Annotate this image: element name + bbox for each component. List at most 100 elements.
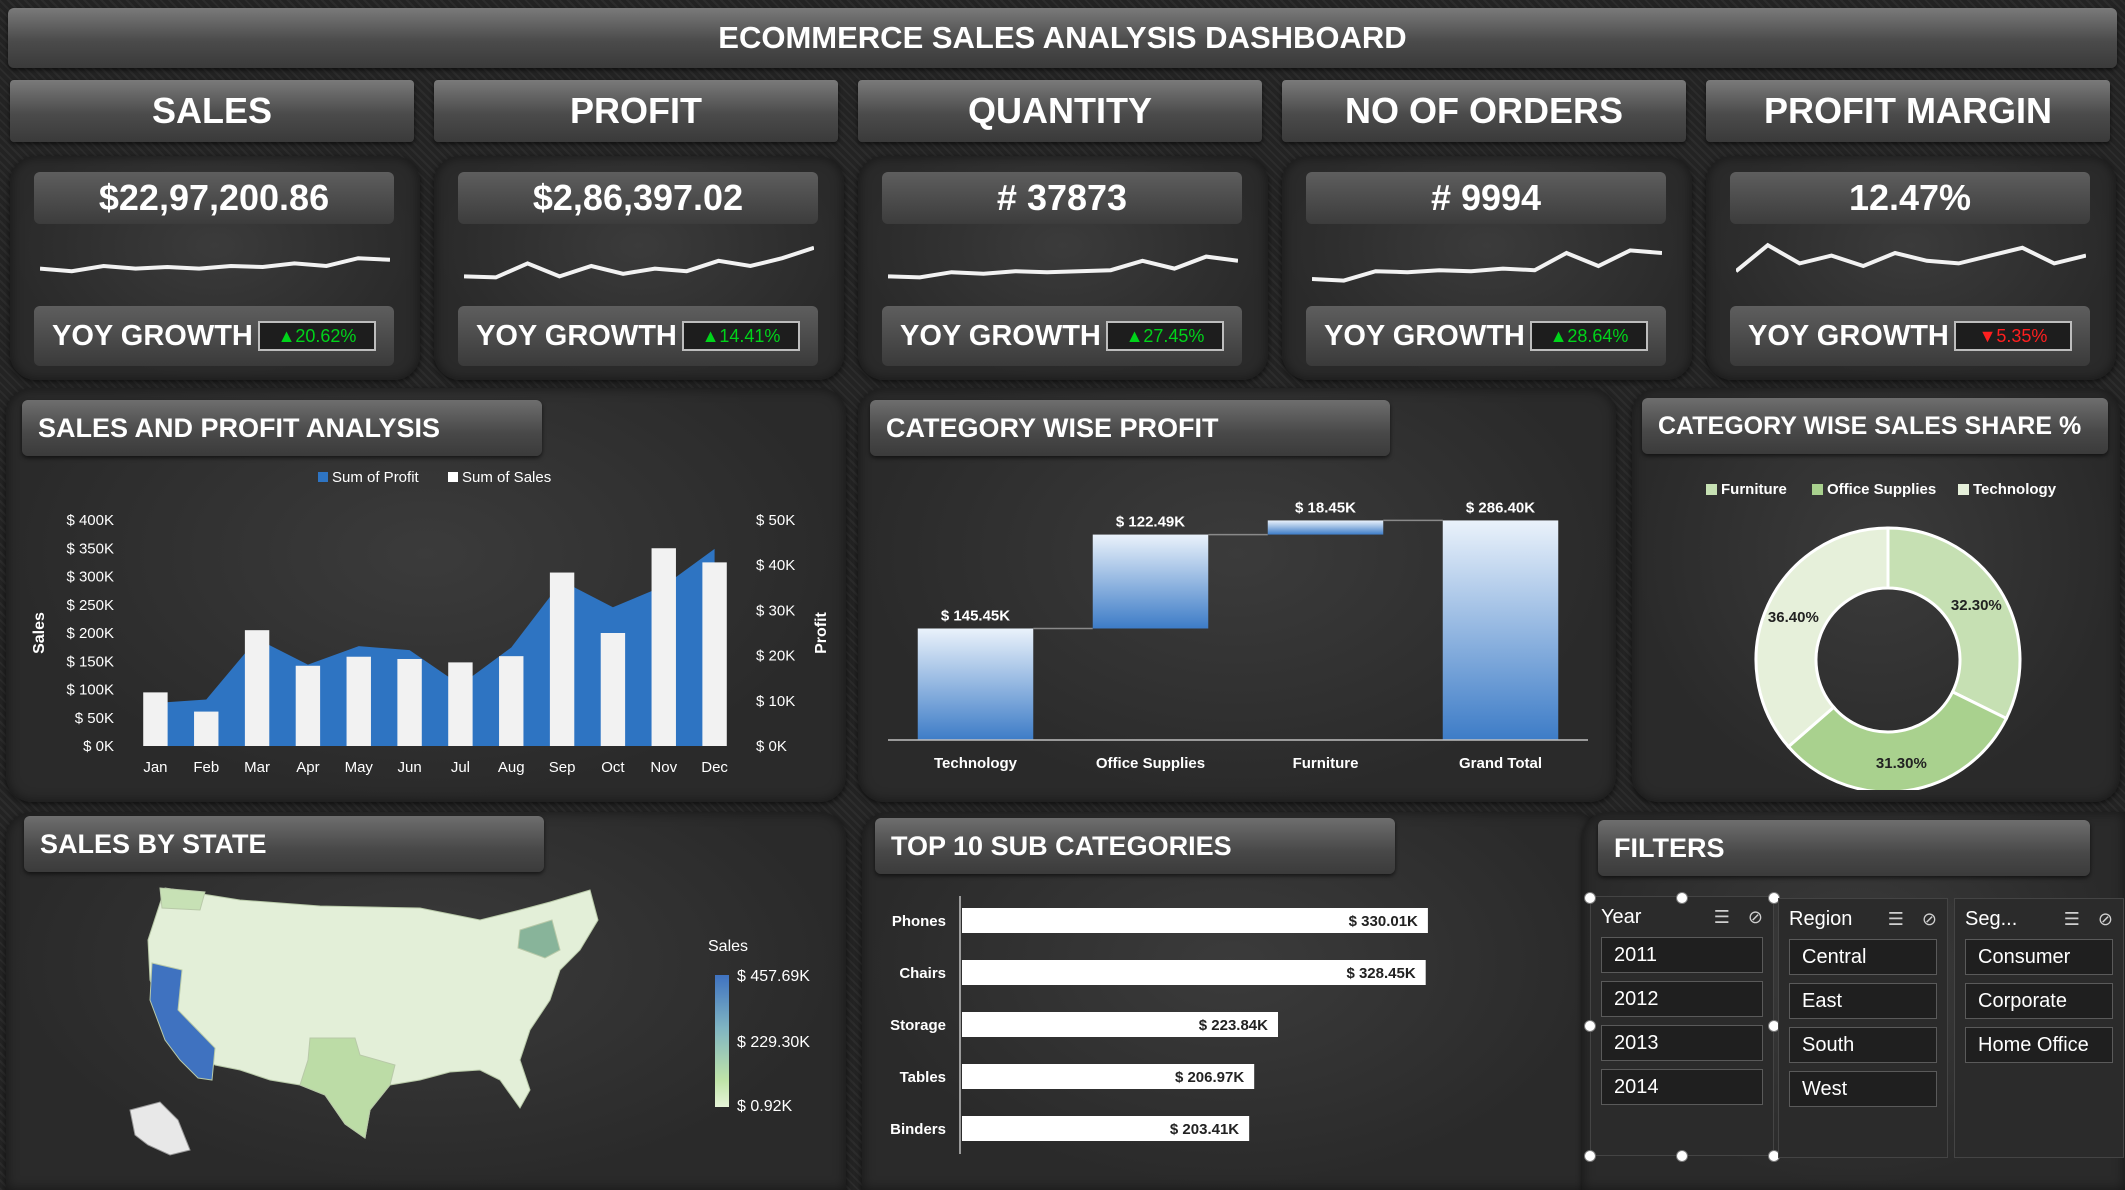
kpi-value: # 9994 xyxy=(1306,172,1666,224)
filters-title: FILTERS xyxy=(1598,820,2090,876)
resize-handle[interactable] xyxy=(1676,892,1688,904)
donut-value-label: 36.40% xyxy=(1768,609,1819,626)
donut-legend-swatch xyxy=(1706,484,1717,495)
donut-legend-label: Furniture xyxy=(1721,481,1787,498)
category-profit-chart: $ 145.45K Technology $ 122.49K Office Suppl… xyxy=(888,499,1588,772)
year-slicer-item[interactable]: 2011 xyxy=(1601,937,1763,973)
kpi-sparkline xyxy=(40,256,390,274)
waterfall-category-label: Grand Total xyxy=(1459,755,1542,772)
hbar-value-label: $ 206.97K xyxy=(1175,1069,1244,1086)
yoy-strip: YOY GROWTH ▲14.41% xyxy=(458,306,818,366)
x-tick-label: May xyxy=(345,759,374,776)
resize-handle[interactable] xyxy=(1584,1150,1596,1162)
map-washington xyxy=(159,887,206,911)
sales-bar xyxy=(499,656,524,746)
us-map xyxy=(129,887,599,1156)
region-slicer-item[interactable]: Central xyxy=(1789,939,1937,975)
donut-legend-swatch xyxy=(1812,484,1823,495)
waterfall-category-label: Technology xyxy=(934,755,1018,772)
y-tick-label: $ 50K xyxy=(75,710,114,727)
map-alaska xyxy=(129,1101,191,1156)
x-tick-label: Sep xyxy=(549,759,576,776)
kpi-value: 12.47% xyxy=(1730,172,2090,224)
waterfall-category-label: Furniture xyxy=(1293,755,1359,772)
clear-filter-icon[interactable]: ⊘ xyxy=(1748,907,1763,928)
kpi-sparkline-line xyxy=(40,256,390,274)
hbar-category-label: Tables xyxy=(900,1069,946,1086)
multi-select-icon[interactable]: ☰ xyxy=(2064,909,2080,930)
yoy-label: YOY GROWTH xyxy=(900,319,1101,352)
y2-tick-label: $ 10K xyxy=(756,693,795,710)
y-tick-label: $ 400K xyxy=(66,512,114,529)
map-legend-max: $ 457.69K xyxy=(737,968,810,985)
yoy-label: YOY GROWTH xyxy=(476,319,677,352)
donut-value-label: 32.30% xyxy=(1951,597,2002,614)
yoy-growth-badge: ▲14.41% xyxy=(682,321,800,351)
y2-tick-label: $ 40K xyxy=(756,557,795,574)
clear-filter-icon[interactable]: ⊘ xyxy=(1922,909,1937,930)
segment-slicer[interactable]: Seg... ☰ ⊘ Consumer Corporate Home Office xyxy=(1954,898,2124,1158)
legend-sales-swatch xyxy=(448,472,458,482)
waterfall-bar xyxy=(917,628,1034,740)
segment-slicer-item[interactable]: Consumer xyxy=(1965,939,2113,975)
sales-bar xyxy=(244,630,270,746)
kpi-value: $22,97,200.86 xyxy=(34,172,394,224)
waterfall-bar xyxy=(1442,520,1559,740)
region-slicer-item[interactable]: South xyxy=(1789,1027,1937,1063)
hbar-category-label: Phones xyxy=(892,913,946,930)
y-tick-label: $ 250K xyxy=(66,597,114,614)
segment-slicer-item[interactable]: Home Office xyxy=(1965,1027,2113,1063)
sales-bar xyxy=(295,665,321,746)
yoy-strip: YOY GROWTH ▲27.45% xyxy=(882,306,1242,366)
hbar-category-label: Chairs xyxy=(899,965,946,982)
yoy-growth-badge: ▼5.35% xyxy=(1954,321,2072,351)
legend-sales-label: Sum of Sales xyxy=(462,469,551,486)
multi-select-icon[interactable]: ☰ xyxy=(1888,909,1904,930)
hbar-value-label: $ 203.41K xyxy=(1170,1121,1239,1138)
category-share-title: CATEGORY WISE SALES SHARE % xyxy=(1642,398,2108,454)
map-legend-mid: $ 229.30K xyxy=(737,1034,810,1051)
multi-select-icon[interactable]: ☰ xyxy=(1714,907,1730,928)
year-items: 2011 2012 2013 2014 xyxy=(1591,937,1773,1105)
x-tick-label: Oct xyxy=(601,759,625,776)
sales-bar xyxy=(549,572,575,746)
kpi-label: PROFIT xyxy=(434,80,838,142)
kpi-sparkline xyxy=(1736,242,2086,273)
donut-legend-swatch xyxy=(1958,484,1969,495)
yoy-strip: YOY GROWTH ▼5.35% xyxy=(1730,306,2090,366)
segment-items: Consumer Corporate Home Office xyxy=(1955,939,2123,1063)
hbar-category-label: Storage xyxy=(890,1017,946,1034)
year-slicer-title: Year xyxy=(1601,905,1642,928)
y2-tick-label: $ 20K xyxy=(756,648,795,665)
resize-handle[interactable] xyxy=(1584,1020,1596,1032)
region-slicer[interactable]: Region ☰ ⊘ Central East South West xyxy=(1778,898,1948,1158)
x-tick-label: Jan xyxy=(143,759,167,776)
legend-profit-label: Sum of Profit xyxy=(332,469,420,486)
resize-handle[interactable] xyxy=(1676,1150,1688,1162)
yoy-strip: YOY GROWTH ▲28.64% xyxy=(1306,306,1666,366)
year-slicer-item[interactable]: 2013 xyxy=(1601,1025,1763,1061)
yoy-strip: YOY GROWTH ▲20.62% xyxy=(34,306,394,366)
dashboard-title: ECOMMERCE SALES ANALYSIS DASHBOARD xyxy=(718,20,1407,55)
y2-axis-label: Profit xyxy=(813,611,830,653)
y-tick-label: $ 200K xyxy=(66,625,114,642)
y2-tick-label: $ 30K xyxy=(756,602,795,619)
region-slicer-item[interactable]: West xyxy=(1789,1071,1937,1107)
y-axis-label: Sales xyxy=(31,612,48,654)
clear-filter-icon[interactable]: ⊘ xyxy=(2098,909,2113,930)
top10-title: TOP 10 SUB CATEGORIES xyxy=(875,818,1395,874)
waterfall-category-label: Office Supplies xyxy=(1096,755,1205,772)
year-slicer-item[interactable]: 2012 xyxy=(1601,981,1763,1017)
year-slicer[interactable]: Year ☰ ⊘ 2011 2012 2013 2014 xyxy=(1590,896,1774,1156)
yoy-growth-badge: ▲28.64% xyxy=(1530,321,1648,351)
region-slicer-item[interactable]: East xyxy=(1789,983,1937,1019)
year-slicer-item[interactable]: 2014 xyxy=(1601,1069,1763,1105)
yoy-label: YOY GROWTH xyxy=(52,319,253,352)
yoy-label: YOY GROWTH xyxy=(1324,319,1525,352)
resize-handle[interactable] xyxy=(1584,892,1596,904)
sales-bar xyxy=(194,711,219,746)
kpi-value: $2,86,397.02 xyxy=(458,172,818,224)
x-tick-label: Jul xyxy=(451,759,470,776)
waterfall-value-label: $ 122.49K xyxy=(1116,514,1185,531)
segment-slicer-item[interactable]: Corporate xyxy=(1965,983,2113,1019)
